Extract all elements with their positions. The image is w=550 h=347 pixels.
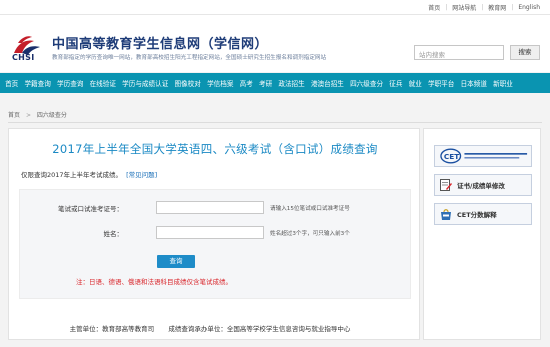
nav-item-verify[interactable]: 在线验证 [87, 78, 120, 88]
score-query-panel: 2017年上半年全国大学英语四、六级考试（含口试）成绩查询 仅限查询2017年上… [8, 128, 420, 340]
nav-item-gaokao[interactable]: 高考 [237, 78, 256, 88]
name-hint: 姓名超过3个字，可只输入前3个 [270, 231, 350, 237]
search-button[interactable]: 搜索 [510, 45, 540, 60]
breadcrumb-separator: > [25, 112, 31, 119]
nav-item-photo[interactable]: 图像校对 [171, 78, 204, 88]
top-links: 首页 | 网站导航 | 教育网 | English [428, 3, 540, 12]
footer-undertaker: 成绩查询承办单位：全国高等学校学生信息咨询与就业指导中心 [168, 325, 351, 333]
svg-text:CET: CET [444, 152, 459, 161]
cert-modify-label: 证书/成绩单修改 [457, 182, 505, 190]
breadcrumb-home[interactable]: 首页 [8, 112, 20, 119]
nav-item-newjob[interactable]: 新职业 [490, 78, 516, 88]
site-header: CHSI 中国高等教育学生信息网（学信网） 教育部指定的学历查询唯一网站，教育部… [0, 14, 550, 72]
footer-supervisor: 主管单位：教育部高等教育司 [69, 325, 155, 333]
cert-modify-card[interactable]: 证书/成绩单修改 [434, 174, 532, 196]
language-note: 注：日语、德语、俄语和法语科目成绩仅含笔试成绩。 [76, 278, 232, 286]
site-search-input[interactable]: 站内搜索 [414, 45, 504, 60]
cet-home-card[interactable]: CET [434, 145, 532, 167]
cet-score-explain-card[interactable]: CET分数解释 [434, 203, 532, 225]
cet-bag-icon [441, 209, 451, 220]
nav-item-hmt[interactable]: 港澳台招生 [308, 78, 347, 88]
footer: 主管单位：教育部高等教育司 成绩查询承办单位：全国高等学校学生信息咨询与就业指导… [0, 323, 420, 333]
sidebar: CET 证书/成绩单修改 CET分数解释 [423, 128, 541, 340]
cet-logo-icon: CET [440, 148, 528, 164]
logo-text: CHSI [12, 53, 35, 62]
top-link-home[interactable]: 首页 [428, 3, 440, 12]
top-link-edu[interactable]: 教育网 [488, 3, 506, 12]
divider: | [511, 4, 514, 11]
top-link-sitemap[interactable]: 网站导航 [452, 3, 476, 12]
nav-item-xueli[interactable]: 学历查询 [54, 78, 87, 88]
faq-link[interactable]: [常见问题] [126, 171, 157, 179]
breadcrumb: 首页 > 四六级查分 [8, 110, 67, 119]
nav-item-career[interactable]: 学职平台 [425, 78, 458, 88]
name-input[interactable] [156, 226, 264, 239]
nav-item-xueji[interactable]: 学籍查询 [21, 78, 54, 88]
divider: | [481, 4, 484, 11]
breadcrumb-current: 四六级查分 [36, 112, 67, 119]
nav-item-army[interactable]: 征兵 [386, 78, 405, 88]
name-label: 姓名： [103, 230, 124, 238]
ticket-number-input[interactable] [156, 201, 264, 214]
divider: | [445, 4, 448, 11]
nav-item-cert[interactable]: 学历与成绩认证 [119, 78, 171, 88]
nav-item-kaoyan[interactable]: 考研 [256, 78, 275, 88]
site-description: 教育部指定的学历查询唯一网站，教育部高校招生阳光工程指定网站，全国硕士研究生招生… [52, 55, 327, 61]
notice-text: 仅限查询2017年上半年考试成绩。 [21, 171, 123, 179]
nav-item-law[interactable]: 政法招生 [275, 78, 308, 88]
nav-item-cet[interactable]: 四六级查分 [347, 78, 386, 88]
query-submit-button[interactable]: 查询 [157, 255, 195, 268]
edit-form-icon [440, 179, 452, 191]
top-utility-bar: 首页 | 网站导航 | 教育网 | English [0, 0, 550, 14]
ticket-number-hint: 请输入15位笔试或口试准考证号 [270, 206, 350, 212]
nav-item-japan[interactable]: 日本频道 [457, 78, 490, 88]
cet-score-explain-label: CET分数解释 [457, 211, 497, 219]
nav-item-archive[interactable]: 学信档案 [204, 78, 237, 88]
query-notice: 仅限查询2017年上半年考试成绩。 [常见问题] [21, 169, 157, 179]
page-title: 2017年上半年全国大学英语四、六级考试（含口试）成绩查询 [52, 142, 378, 156]
query-form: 笔试或口试准考证号： 请输入15位笔试或口试准考证号 姓名： 姓名超过3个字，可… [19, 189, 411, 299]
main-nav: 首页 学籍查询 学历查询 在线验证 学历与成绩认证 图像校对 学信档案 高考 考… [0, 73, 550, 93]
nav-item-jobs[interactable]: 就业 [406, 78, 425, 88]
divider [8, 122, 542, 123]
ticket-number-label: 笔试或口试准考证号： [58, 205, 123, 213]
top-link-english[interactable]: English [518, 4, 540, 11]
nav-item-home[interactable]: 首页 [2, 78, 21, 88]
site-title: 中国高等教育学生信息网（学信网） [52, 37, 269, 52]
